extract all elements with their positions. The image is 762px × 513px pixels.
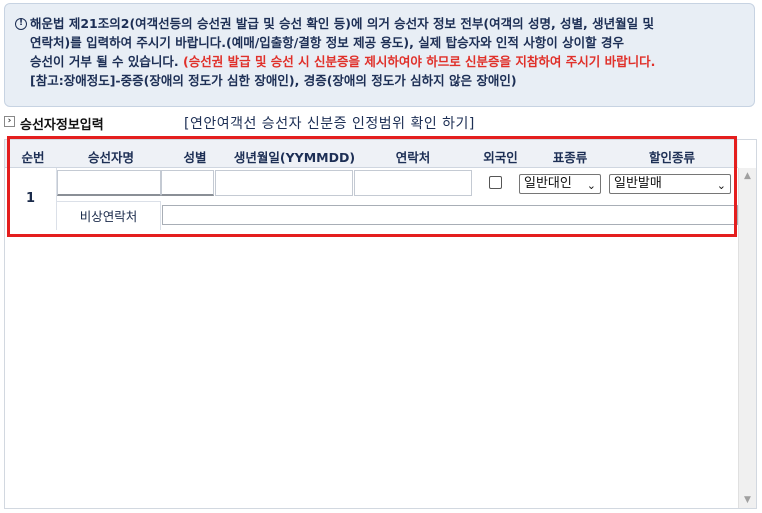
id-range-link[interactable]: [연안여객선 승선자 신분증 인정범위 확인 하기]: [184, 113, 475, 133]
table-row: 1 일반대인 ⌄ 일반발매 ⌄ 비상연락처: [5, 168, 738, 230]
notice-text: 해운법 제21조의2(여객선등의 승선권 발급 및 승선 확인 등)에 의거 승…: [30, 14, 744, 90]
row-seq: 1: [5, 168, 57, 230]
discount-type-select[interactable]: 일반발매 ⌄: [609, 174, 731, 194]
scroll-up-icon[interactable]: ▲: [739, 168, 756, 184]
table-header: 순번 승선자명 성별 생년월일(YYMMDD) 연락처 외국인 표종류 할인종류: [5, 140, 738, 168]
ticket-type-value: 일반대인: [524, 176, 572, 191]
chevron-right-icon[interactable]: ›: [4, 116, 15, 127]
notice-line-3-normal: 승선이 거부 될 수 있습니다.: [30, 54, 179, 69]
header-foreigner: 외국인: [483, 150, 518, 165]
exclamation-circle-icon: !: [15, 18, 27, 30]
chevron-down-icon: ⌄: [716, 179, 726, 192]
emergency-contact-label: 비상연락처: [57, 201, 161, 230]
header-discount-type: 할인종류: [648, 150, 695, 165]
header-name: 승선자명: [87, 150, 134, 165]
notice-box: ! 해운법 제21조의2(여객선등의 승선권 발급 및 승선 확인 등)에 의거…: [4, 3, 755, 107]
vertical-scrollbar[interactable]: ▲ ▼: [738, 168, 756, 508]
passenger-table: 순번 승선자명 성별 생년월일(YYMMDD) 연락처 외국인 표종류 할인종류…: [4, 139, 757, 509]
emergency-contact-input[interactable]: [162, 205, 738, 225]
birth-input[interactable]: [215, 170, 353, 196]
notice-line-2: 연락처)를 입력하여 주시기 바랍니다.(예매/입출항/결항 정보 제공 용도)…: [30, 35, 624, 50]
notice-line-1: 해운법 제21조의2(여객선등의 승선권 발급 및 승선 확인 등)에 의거 승…: [30, 16, 655, 31]
section-header: › 승선자정보입력 [연안여객선 승선자 신분증 인정범위 확인 하기]: [4, 113, 758, 135]
notice-line-3: 승선이 거부 될 수 있습니다. (승선권 발급 및 승선 시 신분증을 제시하…: [30, 52, 744, 71]
scroll-down-icon[interactable]: ▼: [739, 492, 756, 508]
ticket-type-select[interactable]: 일반대인 ⌄: [519, 174, 601, 194]
header-ticket-type: 표종류: [552, 150, 588, 165]
notice-line-3-red: (승선권 발급 및 승선 시 신분증을 제시하여야 하므로 신분증을 지참하여 …: [183, 54, 656, 69]
gender-input[interactable]: [161, 170, 214, 196]
chevron-down-icon: ⌄: [586, 179, 596, 192]
notice-line-4: [참고:장애정도]-중증(장애의 정도가 심한 장애인), 경증(장애의 정도가…: [30, 73, 517, 88]
section-title: 승선자정보입력: [20, 118, 104, 133]
header-birth: 생년월일(YYMMDD): [233, 150, 356, 165]
discount-type-value: 일반발매: [614, 176, 662, 191]
header-seq: 순번: [21, 150, 45, 165]
foreigner-checkbox[interactable]: [489, 176, 502, 189]
phone-input[interactable]: [354, 170, 472, 196]
header-gender: 성별: [183, 150, 207, 165]
header-phone: 연락처: [395, 150, 431, 165]
name-input[interactable]: [57, 170, 161, 196]
